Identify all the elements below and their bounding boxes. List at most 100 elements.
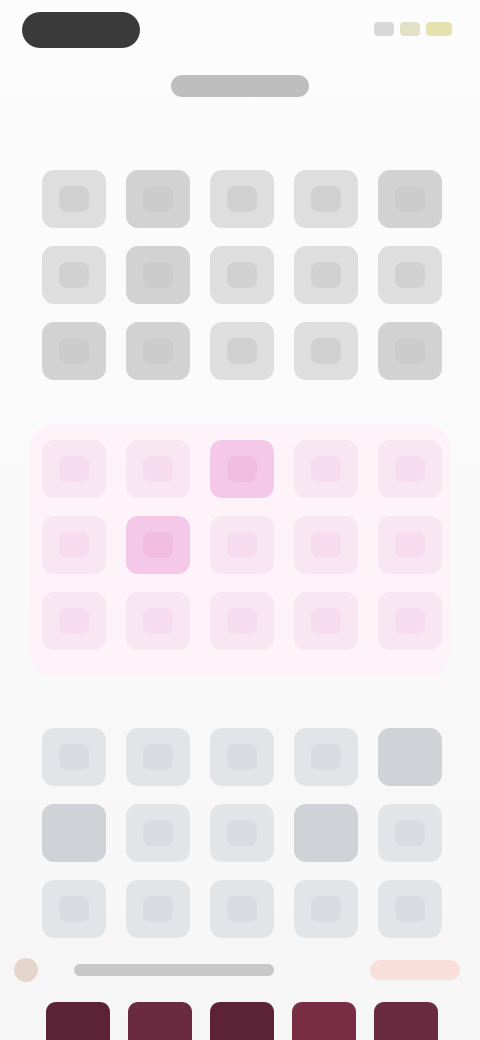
grid-tile[interactable] (294, 592, 358, 650)
grid-tile[interactable] (126, 246, 190, 304)
tile-icon (143, 262, 173, 288)
tile-icon (395, 896, 425, 922)
grid-tile[interactable] (210, 440, 274, 498)
page-title-placeholder (171, 75, 309, 97)
tile-icon (59, 896, 89, 922)
grid-tile[interactable] (210, 246, 274, 304)
grid-tile[interactable] (210, 516, 274, 574)
thumbnail[interactable] (210, 1002, 274, 1040)
grid-tile[interactable] (126, 880, 190, 938)
grid-tile[interactable] (210, 804, 274, 862)
grid-tile[interactable] (210, 880, 274, 938)
tile-icon (395, 820, 425, 846)
grid-tile[interactable] (378, 728, 442, 786)
tile-icon (311, 456, 341, 482)
grid-tile[interactable] (294, 880, 358, 938)
thumbnail[interactable] (374, 1002, 438, 1040)
tile-icon (227, 532, 257, 558)
tile-icon (395, 532, 425, 558)
tile-icon (395, 262, 425, 288)
grid-tile[interactable] (126, 592, 190, 650)
grid-tile[interactable] (126, 804, 190, 862)
grid-tile[interactable] (294, 516, 358, 574)
tile-icon (311, 820, 341, 846)
action-chip[interactable] (370, 960, 460, 980)
grid-tile[interactable] (42, 728, 106, 786)
tile-icon (143, 338, 173, 364)
tile-icon (59, 186, 89, 212)
thumbnail[interactable] (46, 1002, 110, 1040)
grid-tile[interactable] (294, 804, 358, 862)
tile-icon (143, 896, 173, 922)
pink-grid (42, 440, 442, 650)
grid-tile[interactable] (42, 322, 106, 380)
tile-icon (59, 456, 89, 482)
dynamic-island (22, 12, 140, 48)
tile-icon (143, 820, 173, 846)
grid-tile[interactable] (294, 170, 358, 228)
grid-tile[interactable] (126, 516, 190, 574)
tile-icon (59, 744, 89, 770)
tile-icon (227, 744, 257, 770)
grid-tile[interactable] (210, 170, 274, 228)
tile-icon (227, 896, 257, 922)
thumbnail[interactable] (128, 1002, 192, 1040)
grid-tile[interactable] (126, 440, 190, 498)
tile-icon (143, 608, 173, 634)
grid-tile[interactable] (378, 170, 442, 228)
grid-tile[interactable] (378, 322, 442, 380)
title-bar (0, 62, 480, 110)
tile-icon (395, 456, 425, 482)
grid-tile[interactable] (294, 246, 358, 304)
grid-tile[interactable] (210, 728, 274, 786)
grid-tile[interactable] (42, 804, 106, 862)
grid-tile[interactable] (42, 592, 106, 650)
grid-tile[interactable] (210, 592, 274, 650)
signal-icon (374, 22, 394, 36)
tile-icon (143, 186, 173, 212)
tile-icon (395, 186, 425, 212)
tile-icon (59, 820, 89, 846)
status-bar (0, 0, 480, 60)
tile-icon (227, 608, 257, 634)
grid-tile[interactable] (294, 440, 358, 498)
grid-tile[interactable] (42, 440, 106, 498)
grid-tile[interactable] (42, 246, 106, 304)
grid-tile[interactable] (126, 322, 190, 380)
grid-tile[interactable] (294, 728, 358, 786)
tile-icon (311, 186, 341, 212)
bottom-thumbnail-row (46, 1002, 438, 1040)
tile-icon (143, 456, 173, 482)
grid-tile[interactable] (378, 516, 442, 574)
grid-tile[interactable] (42, 880, 106, 938)
tile-icon (395, 338, 425, 364)
bottom-info-bar (0, 950, 480, 990)
grid-tile[interactable] (378, 804, 442, 862)
grid-tile[interactable] (378, 440, 442, 498)
grid-tile[interactable] (126, 728, 190, 786)
thumbnail[interactable] (292, 1002, 356, 1040)
tile-icon (311, 338, 341, 364)
tile-icon (59, 338, 89, 364)
tile-icon (59, 532, 89, 558)
grid-tile[interactable] (378, 592, 442, 650)
tile-icon (227, 186, 257, 212)
grid-tile[interactable] (210, 322, 274, 380)
tile-icon (395, 608, 425, 634)
grid-tile[interactable] (42, 516, 106, 574)
tile-icon (227, 820, 257, 846)
tile-icon (227, 338, 257, 364)
grid-tile[interactable] (378, 246, 442, 304)
grid-tile[interactable] (378, 880, 442, 938)
top-grid (42, 170, 442, 380)
avatar[interactable] (14, 958, 38, 982)
grid-tile[interactable] (294, 322, 358, 380)
tile-icon (143, 744, 173, 770)
grid-tile[interactable] (126, 170, 190, 228)
bottom-text-placeholder (74, 964, 274, 976)
grid-tile[interactable] (42, 170, 106, 228)
tile-icon (311, 608, 341, 634)
tile-icon (311, 896, 341, 922)
app-screen (0, 0, 480, 1040)
tile-icon (227, 456, 257, 482)
